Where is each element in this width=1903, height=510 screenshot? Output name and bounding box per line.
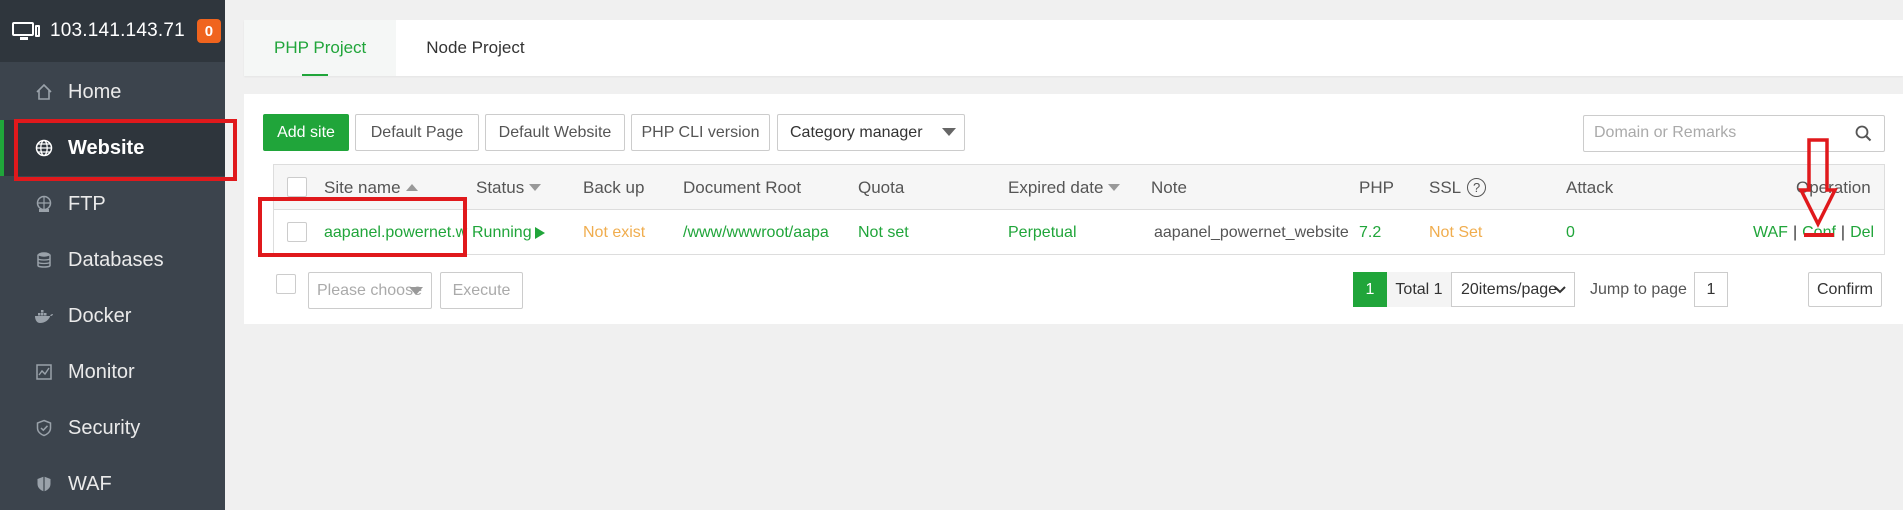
sidebar-item-docker[interactable]: Docker xyxy=(0,288,225,344)
annotation-box-website xyxy=(14,119,237,181)
waf-link[interactable]: WAF xyxy=(1753,224,1788,242)
sidebar-item-monitor[interactable]: Monitor xyxy=(0,344,225,400)
search-icon[interactable] xyxy=(1855,125,1872,142)
chevron-down-icon xyxy=(409,287,423,295)
sidebar-item-label: WAF xyxy=(68,472,112,495)
default-page-button[interactable]: Default Page xyxy=(355,114,479,151)
column-php: PHP xyxy=(1359,177,1394,197)
annotation-box-site-name xyxy=(258,197,467,257)
document-root-link[interactable]: /www/wwwroot/aapa xyxy=(683,210,829,255)
page-number-current[interactable]: 1 xyxy=(1353,272,1387,307)
chevron-down-icon xyxy=(942,128,956,136)
add-site-button[interactable]: Add site xyxy=(263,114,349,151)
sidebar-item-label: Docker xyxy=(68,304,132,327)
sidebar-item-databases[interactable]: Databases xyxy=(0,232,225,288)
sidebar-item-label: FTP xyxy=(68,192,106,215)
note-field[interactable]: aapanel_powernet_website xyxy=(1154,210,1349,255)
batch-action-placeholder: Please choose xyxy=(317,281,422,299)
column-attack: Attack xyxy=(1566,177,1614,197)
column-document-root: Document Root xyxy=(683,177,802,197)
sidebar-item-label: Monitor xyxy=(68,360,135,383)
docker-icon xyxy=(34,306,54,326)
quota-link[interactable]: Not set xyxy=(858,210,909,255)
select-all-checkbox[interactable] xyxy=(287,177,307,197)
column-quota: Quota xyxy=(858,177,905,197)
column-ssl: SSL? xyxy=(1429,165,1487,210)
sites-table: Site name Status Back up Document Root Q… xyxy=(273,164,1885,255)
execute-button[interactable]: Execute xyxy=(440,272,523,309)
status-toggle[interactable]: Running xyxy=(472,210,545,255)
tab-php-project[interactable]: PHP Project xyxy=(244,20,397,76)
tab-node-project[interactable]: Node Project xyxy=(396,20,554,76)
database-icon xyxy=(34,250,54,270)
sort-down-icon xyxy=(529,184,542,191)
server-header: 103.141.143.71 0 xyxy=(0,0,225,62)
jump-to-page-label: Jump to page xyxy=(1590,280,1687,298)
help-icon[interactable]: ? xyxy=(1467,178,1487,197)
website-panel: Add site Default Page Default Website PH… xyxy=(244,94,1903,324)
server-monitor-icon xyxy=(12,21,40,41)
sort-up-icon xyxy=(405,184,418,191)
sidebar-item-label: Security xyxy=(68,416,141,439)
waf-shield-icon xyxy=(34,474,54,494)
column-backup: Back up xyxy=(583,177,645,197)
confirm-button[interactable]: Confirm xyxy=(1808,272,1882,307)
ssl-link[interactable]: Not Set xyxy=(1429,210,1482,255)
php-version-link[interactable]: 7.2 xyxy=(1359,210,1381,255)
backup-link[interactable]: Not exist xyxy=(583,210,645,255)
table-row: aapanel.powernet.w Running Not exist /ww… xyxy=(274,210,1884,255)
category-manager-select[interactable]: Category manager xyxy=(777,114,965,151)
notification-badge[interactable]: 0 xyxy=(196,19,221,43)
ftp-icon xyxy=(34,194,54,214)
batch-action-select[interactable]: Please choose xyxy=(308,272,432,309)
home-icon xyxy=(34,82,54,102)
play-icon xyxy=(534,226,545,239)
expired-date-link[interactable]: Perpetual xyxy=(1008,210,1077,255)
chevron-down-icon xyxy=(1554,286,1566,294)
monitor-chart-icon xyxy=(34,362,54,382)
jump-page-input[interactable]: 1 xyxy=(1694,272,1728,307)
page-size-select[interactable]: 20items/page xyxy=(1451,272,1575,307)
del-link[interactable]: Del xyxy=(1850,224,1874,242)
search-box xyxy=(1583,115,1885,152)
sort-down-icon xyxy=(1108,184,1121,191)
shield-icon xyxy=(34,418,54,438)
server-ip: 103.141.143.71 xyxy=(50,20,185,41)
annotation-arrow-conf xyxy=(1798,138,1838,240)
attack-count[interactable]: 0 xyxy=(1566,210,1575,255)
sidebar-item-security[interactable]: Security xyxy=(0,400,225,456)
sidebar-item-label: Databases xyxy=(68,248,164,271)
sidebar-item-home[interactable]: Home xyxy=(0,64,225,120)
column-status[interactable]: Status xyxy=(476,165,542,210)
sidebar-item-label: Home xyxy=(68,80,122,103)
project-tabs: PHP Project Node Project xyxy=(244,20,1903,76)
column-expired-date[interactable]: Expired date xyxy=(1008,165,1121,210)
batch-select-checkbox[interactable] xyxy=(276,274,296,294)
sidebar-item-waf[interactable]: WAF xyxy=(0,456,225,510)
php-cli-version-button[interactable]: PHP CLI version xyxy=(631,114,770,151)
table-header: Site name Status Back up Document Root Q… xyxy=(274,165,1884,210)
column-note: Note xyxy=(1151,177,1187,197)
category-manager-label: Category manager xyxy=(790,123,923,141)
sidebar: 103.141.143.71 0 Home Website FTP Databa… xyxy=(0,0,225,510)
default-website-button[interactable]: Default Website xyxy=(485,114,625,151)
total-count: Total 1 xyxy=(1387,272,1451,307)
sidebar-item-ftp[interactable]: FTP xyxy=(0,176,225,232)
